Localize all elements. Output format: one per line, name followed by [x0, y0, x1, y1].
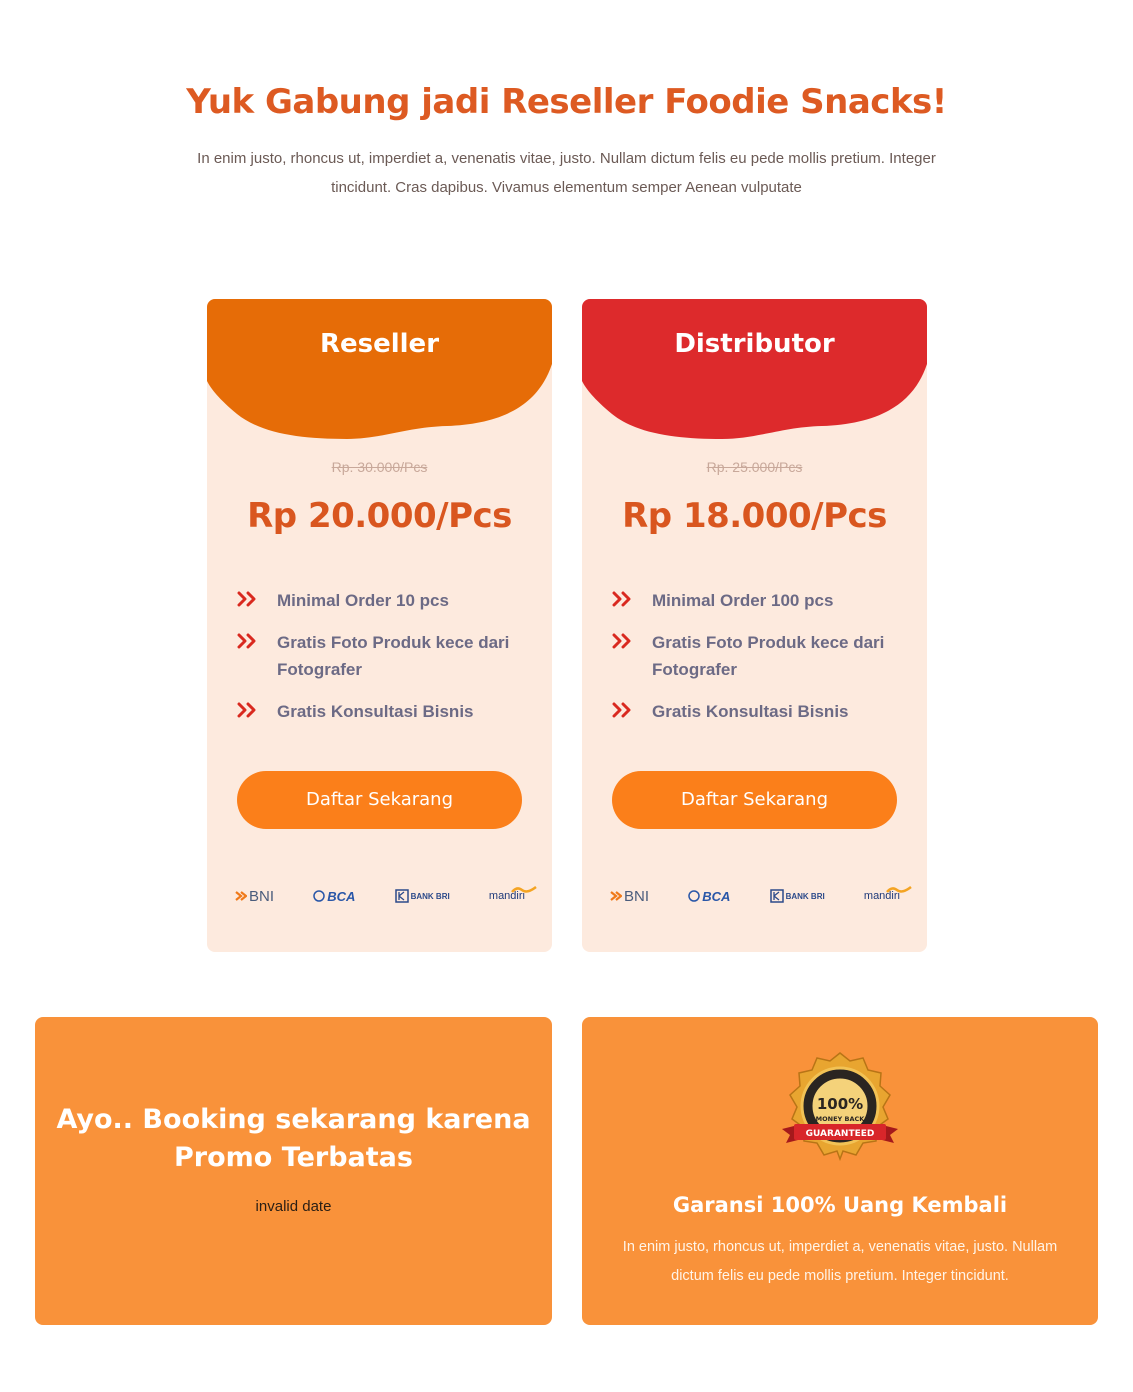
feature-text: Minimal Order 100 pcs — [652, 591, 834, 610]
double-chevron-right-icon — [612, 629, 652, 653]
plan-name: Reseller — [319, 329, 440, 359]
guarantee-title: Garansi 100% Uang Kembali — [672, 1193, 1008, 1217]
feature-text: Gratis Foto Produk kece dari Fotografer — [652, 633, 885, 679]
pricing-card-reseller: Reseller Rp. 30.000/Pcs Rp 20.000/Pcs Mi… — [207, 299, 552, 952]
plan-price: Rp 18.000/Pcs — [622, 496, 887, 536]
bni-logo: BNI — [235, 888, 274, 905]
plan-name: Distributor — [674, 329, 835, 359]
mandiri-logo: mandiri — [489, 886, 537, 902]
register-button[interactable]: Daftar Sekarang — [237, 771, 522, 829]
card-header-wave: Distributor — [582, 299, 927, 449]
countdown-date: invalid date — [255, 1198, 332, 1215]
bni-logo: BNI — [610, 888, 649, 905]
double-chevron-right-icon — [237, 587, 277, 611]
guarantee-box: 100% MONEY BACK GUARANTEED Garansi 100% … — [582, 1017, 1098, 1325]
double-chevron-right-icon — [612, 587, 652, 611]
feature-text: Minimal Order 10 pcs — [277, 591, 449, 610]
bank-logos: BNI BCA BANK BRI mandiri — [235, 885, 537, 907]
bri-logo: BANK BRI — [394, 889, 450, 903]
guarantee-text: In enim justo, rhoncus ut, imperdiet a, … — [622, 1239, 1058, 1284]
feature-item: Minimal Order 10 pcs — [237, 587, 527, 614]
feature-text: Gratis Konsultasi Bisnis — [652, 702, 849, 721]
bca-logo: BCA — [313, 889, 355, 904]
feature-text: Gratis Konsultasi Bisnis — [277, 702, 474, 721]
money-back-guarantee-badge-icon: 100% MONEY BACK GUARANTEED — [780, 1051, 900, 1169]
page-subtitle: In enim justo, rhoncus ut, imperdiet a, … — [197, 150, 936, 196]
bri-logo: BANK BRI — [769, 889, 825, 903]
double-chevron-right-icon — [237, 698, 277, 722]
old-price: Rp. 25.000/Pcs — [706, 459, 803, 475]
double-chevron-right-icon — [612, 698, 652, 722]
pricing-card-distributor: Distributor Rp. 25.000/Pcs Rp 18.000/Pcs… — [582, 299, 927, 952]
badge-ribbon-text: GUARANTEED — [806, 1129, 875, 1139]
feature-item: Gratis Konsultasi Bisnis — [612, 698, 902, 725]
mandiri-logo: mandiri — [864, 886, 912, 902]
feature-list: Minimal Order 10 pcs Gratis Foto Produk … — [237, 587, 527, 740]
bank-logos: BNI BCA BANK BRI mandiri — [610, 885, 912, 907]
promo-box: Ayo.. Booking sekarang karena Promo Terb… — [35, 1017, 552, 1325]
feature-item: Minimal Order 100 pcs — [612, 587, 902, 614]
feature-item: Gratis Konsultasi Bisnis — [237, 698, 527, 725]
feature-list: Minimal Order 100 pcs Gratis Foto Produk… — [612, 587, 902, 740]
feature-item: Gratis Foto Produk kece dari Fotografer — [612, 629, 902, 683]
bca-logo: BCA — [688, 889, 730, 904]
feature-item: Gratis Foto Produk kece dari Fotografer — [237, 629, 527, 683]
promo-title: Ayo.. Booking sekarang karena Promo Terb… — [56, 1104, 531, 1173]
badge-subtitle: MONEY BACK — [816, 1115, 866, 1123]
double-chevron-right-icon — [237, 629, 277, 653]
section-header: Yuk Gabung jadi Reseller Foodie Snacks! … — [0, 82, 1133, 202]
card-header-wave: Reseller — [207, 299, 552, 449]
page-title: Yuk Gabung jadi Reseller Foodie Snacks! — [186, 82, 947, 122]
feature-text: Gratis Foto Produk kece dari Fotografer — [277, 633, 510, 679]
badge-percent: 100% — [817, 1095, 863, 1113]
old-price: Rp. 30.000/Pcs — [331, 459, 428, 475]
register-button[interactable]: Daftar Sekarang — [612, 771, 897, 829]
plan-price: Rp 20.000/Pcs — [247, 496, 512, 536]
